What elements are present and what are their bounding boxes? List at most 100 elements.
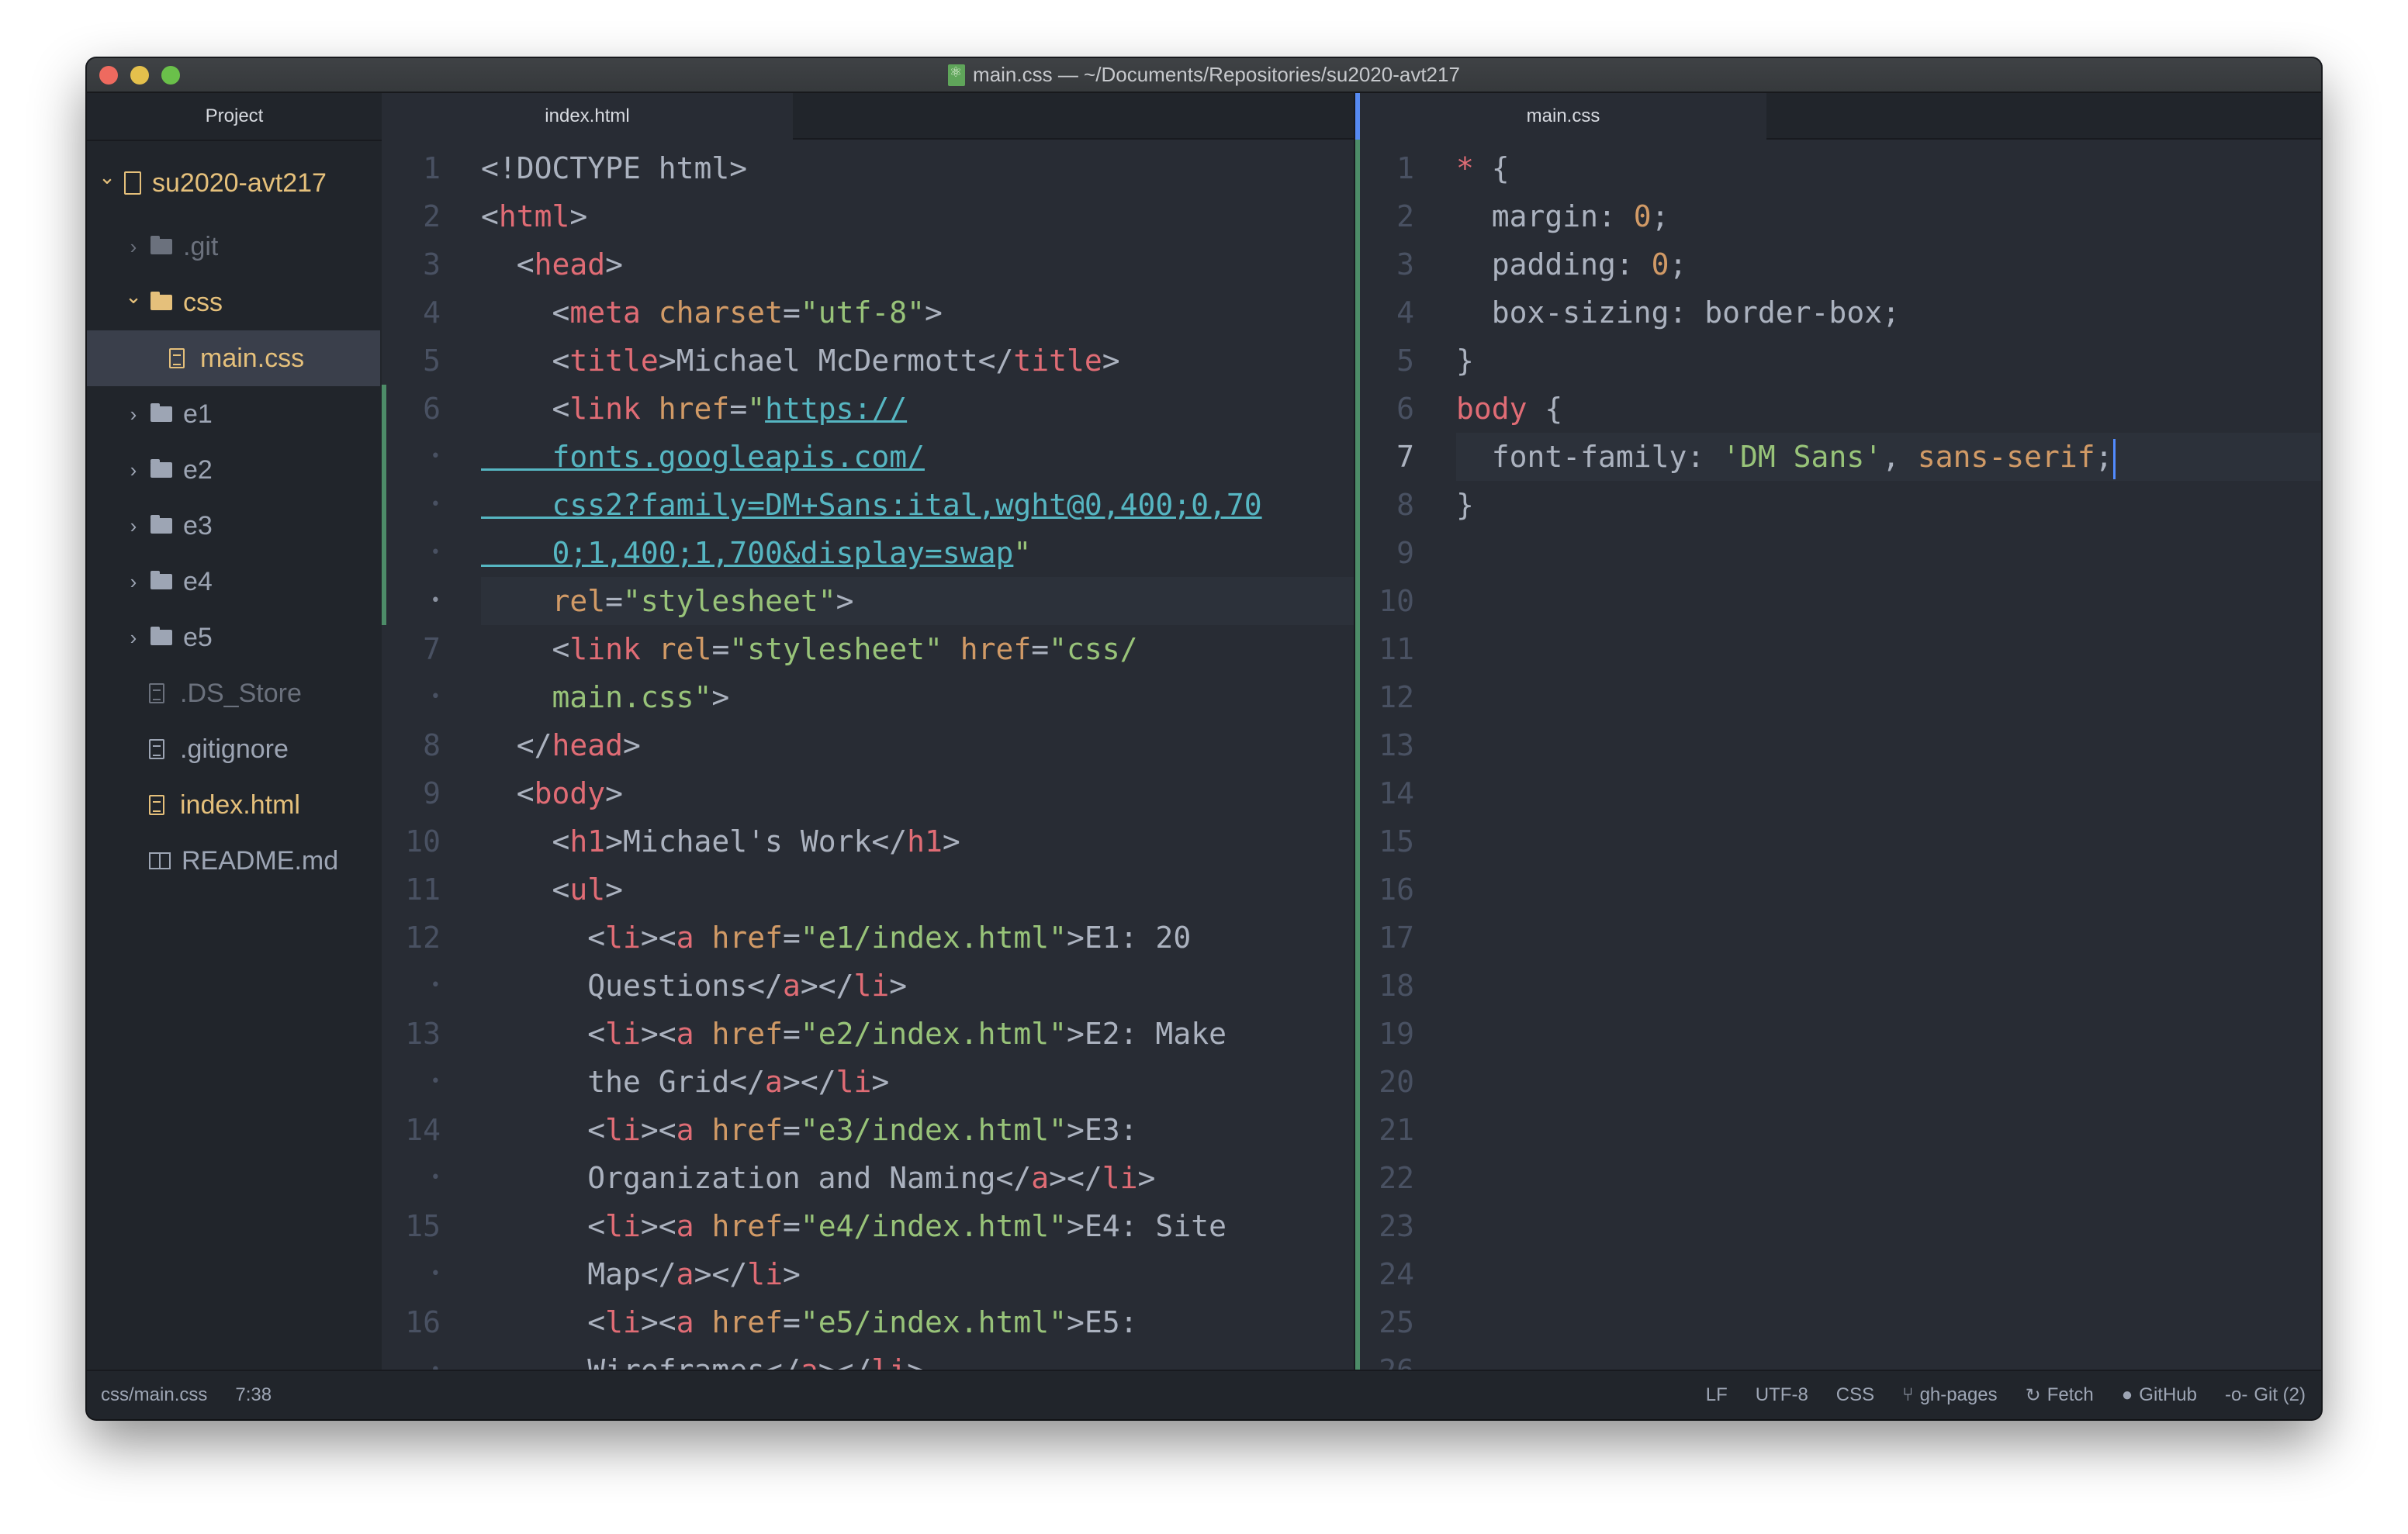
code-token: href — [658, 392, 730, 426]
line-number: 24 — [1379, 1257, 1414, 1291]
code-line[interactable]: • Organization and Naming</a></li> — [382, 1154, 1354, 1202]
code-line[interactable]: 6 body { — [1355, 385, 2321, 433]
code-line[interactable]: 5 <title>Michael McDermott</title> — [382, 337, 1354, 385]
code-line[interactable]: 1 * { — [1355, 144, 2321, 192]
code-line[interactable]: 18 — [1355, 962, 2321, 1010]
code-line[interactable]: • Questions</a></li> — [382, 962, 1354, 1010]
tree-item-main-css[interactable]: main.css — [87, 330, 380, 386]
code-line[interactable]: • rel="stylesheet"> — [382, 577, 1354, 625]
code-line[interactable]: 4 box-sizing: border-box; — [1355, 288, 2321, 337]
tab-main-css[interactable]: main.css — [1355, 93, 1766, 140]
line-number: • — [430, 687, 441, 707]
tree-item-index-html[interactable]: index.html — [87, 777, 380, 833]
code-line[interactable]: 10 — [1355, 577, 2321, 625]
chevron-right-icon[interactable]: › — [123, 235, 144, 259]
code-line[interactable]: 6 <link href="https:// — [382, 385, 1354, 433]
status-line-ending[interactable]: LF — [1706, 1384, 1728, 1406]
maximize-window-button[interactable] — [161, 66, 180, 85]
chevron-down-icon[interactable]: ⌄ — [96, 165, 118, 189]
code-line[interactable]: 25 — [1355, 1298, 2321, 1346]
code-line[interactable]: 13 <li><a href="e2/index.html">E2: Make — [382, 1010, 1354, 1058]
sidebar-header[interactable]: Project — [87, 93, 382, 141]
code-line[interactable]: 11 — [1355, 625, 2321, 673]
code-line[interactable]: 15 <li><a href="e4/index.html">E4: Site — [382, 1202, 1354, 1250]
code-line[interactable]: • the Grid</a></li> — [382, 1058, 1354, 1106]
code-line[interactable]: 7 <link rel="stylesheet" href="css/ — [382, 625, 1354, 673]
code-line[interactable]: 8} — [1355, 481, 2321, 529]
code-line[interactable]: • Wireframes</a></li> — [382, 1346, 1354, 1371]
status-git[interactable]: -o- Git (2) — [2225, 1384, 2306, 1406]
status-fetch[interactable]: ↻ Fetch — [2026, 1384, 2094, 1407]
code-line[interactable]: • main.css"> — [382, 673, 1354, 721]
code-line[interactable]: 21 — [1355, 1106, 2321, 1154]
chevron-right-icon[interactable]: › — [123, 570, 144, 594]
tree-item-e1[interactable]: › e1 — [87, 386, 380, 442]
code-line[interactable]: 4 <meta charset="utf-8"> — [382, 288, 1354, 337]
code-line[interactable]: 3 padding: 0; — [1355, 240, 2321, 288]
code-line[interactable]: • fonts.googleapis.com/ — [382, 433, 1354, 481]
minimize-window-button[interactable] — [130, 66, 149, 85]
code-line[interactable]: 5} — [1355, 337, 2321, 385]
code-line[interactable]: 8 </head> — [382, 721, 1354, 769]
code-line[interactable]: 10 <h1>Michael's Work</h1> — [382, 817, 1354, 865]
tab-index-html[interactable]: index.html — [382, 93, 793, 140]
tree-item-e2[interactable]: › e2 — [87, 442, 380, 498]
code-line[interactable]: 15 — [1355, 817, 2321, 865]
code-line[interactable]: 12 — [1355, 673, 2321, 721]
chevron-down-icon[interactable]: ⌄ — [123, 285, 144, 309]
line-number: 15 — [1379, 824, 1414, 859]
status-file-path[interactable]: css/main.css — [101, 1384, 207, 1406]
status-github[interactable]: ● GitHub — [2122, 1384, 2197, 1406]
code-line[interactable]: 24 — [1355, 1250, 2321, 1298]
code-line[interactable]: 23 — [1355, 1202, 2321, 1250]
tree-item-gitignore[interactable]: .gitignore — [87, 721, 380, 777]
status-grammar[interactable]: CSS — [1836, 1384, 1874, 1406]
chevron-right-icon[interactable]: › — [123, 514, 144, 538]
tree-item-ds-store[interactable]: .DS_Store — [87, 665, 380, 721]
code-line[interactable]: • Map</a></li> — [382, 1250, 1354, 1298]
code-line[interactable]: 26 — [1355, 1346, 2321, 1371]
code-line[interactable]: 12 <li><a href="e1/index.html">E1: 20 — [382, 914, 1354, 962]
line-number: 7 — [423, 632, 441, 666]
status-cursor-position[interactable]: 7:38 — [235, 1384, 272, 1406]
code-text: Questions</a></li> — [481, 962, 907, 1010]
code-line[interactable]: 1 <!DOCTYPE html> — [382, 144, 1354, 192]
tree-item-css[interactable]: ⌄ css — [87, 275, 380, 330]
line-number: 14 — [405, 1113, 441, 1147]
code-line[interactable]: 9 <body> — [382, 769, 1354, 817]
tree-item-readme-md[interactable]: README.md — [87, 833, 380, 889]
code-line[interactable]: • 0;1,400;1,700&display=swap" — [382, 529, 1354, 577]
code-line[interactable]: • css2?family=DM+Sans:ital,wght@0,400;0,… — [382, 481, 1354, 529]
tree-item-e5[interactable]: › e5 — [87, 610, 380, 665]
line-number: 5 — [423, 344, 441, 378]
code-line[interactable]: 9 — [1355, 529, 2321, 577]
status-branch[interactable]: ⑂ gh-pages — [1902, 1384, 1997, 1406]
chevron-right-icon[interactable]: › — [123, 626, 144, 650]
code-line[interactable]: 17 — [1355, 914, 2321, 962]
tree-item-e3[interactable]: › e3 — [87, 498, 380, 554]
code-line[interactable]: 22 — [1355, 1154, 2321, 1202]
code-line[interactable]: 16 — [1355, 865, 2321, 914]
line-number: • — [430, 591, 441, 610]
tree-item-git[interactable]: › .git — [87, 219, 380, 275]
status-encoding[interactable]: UTF-8 — [1756, 1384, 1808, 1406]
code-line[interactable]: 14 — [1355, 769, 2321, 817]
code-line[interactable]: 14 <li><a href="e3/index.html">E3: — [382, 1106, 1354, 1154]
tree-item-su2020-avt217[interactable]: ⌄ su2020-avt217 — [87, 155, 380, 211]
code-line[interactable]: 11 <ul> — [382, 865, 1354, 914]
code-line[interactable]: 3 <head> — [382, 240, 1354, 288]
code-token: } — [1456, 344, 1474, 378]
close-window-button[interactable] — [99, 66, 118, 85]
chevron-right-icon[interactable]: › — [123, 458, 144, 482]
code-line[interactable]: 7 font-family: 'DM Sans', sans-serif; — [1355, 433, 2321, 481]
code-token: = — [782, 1113, 801, 1147]
code-line[interactable]: 2 margin: 0; — [1355, 192, 2321, 240]
tree-item-e4[interactable]: › e4 — [87, 554, 380, 610]
chevron-right-icon[interactable]: › — [123, 403, 144, 427]
code-line[interactable]: 13 — [1355, 721, 2321, 769]
code-line[interactable]: 16 <li><a href="e5/index.html">E5: — [382, 1298, 1354, 1346]
code-line[interactable]: 2 <html> — [382, 192, 1354, 240]
code-line[interactable]: 20 — [1355, 1058, 2321, 1106]
code-token: = — [729, 392, 748, 426]
code-line[interactable]: 19 — [1355, 1010, 2321, 1058]
